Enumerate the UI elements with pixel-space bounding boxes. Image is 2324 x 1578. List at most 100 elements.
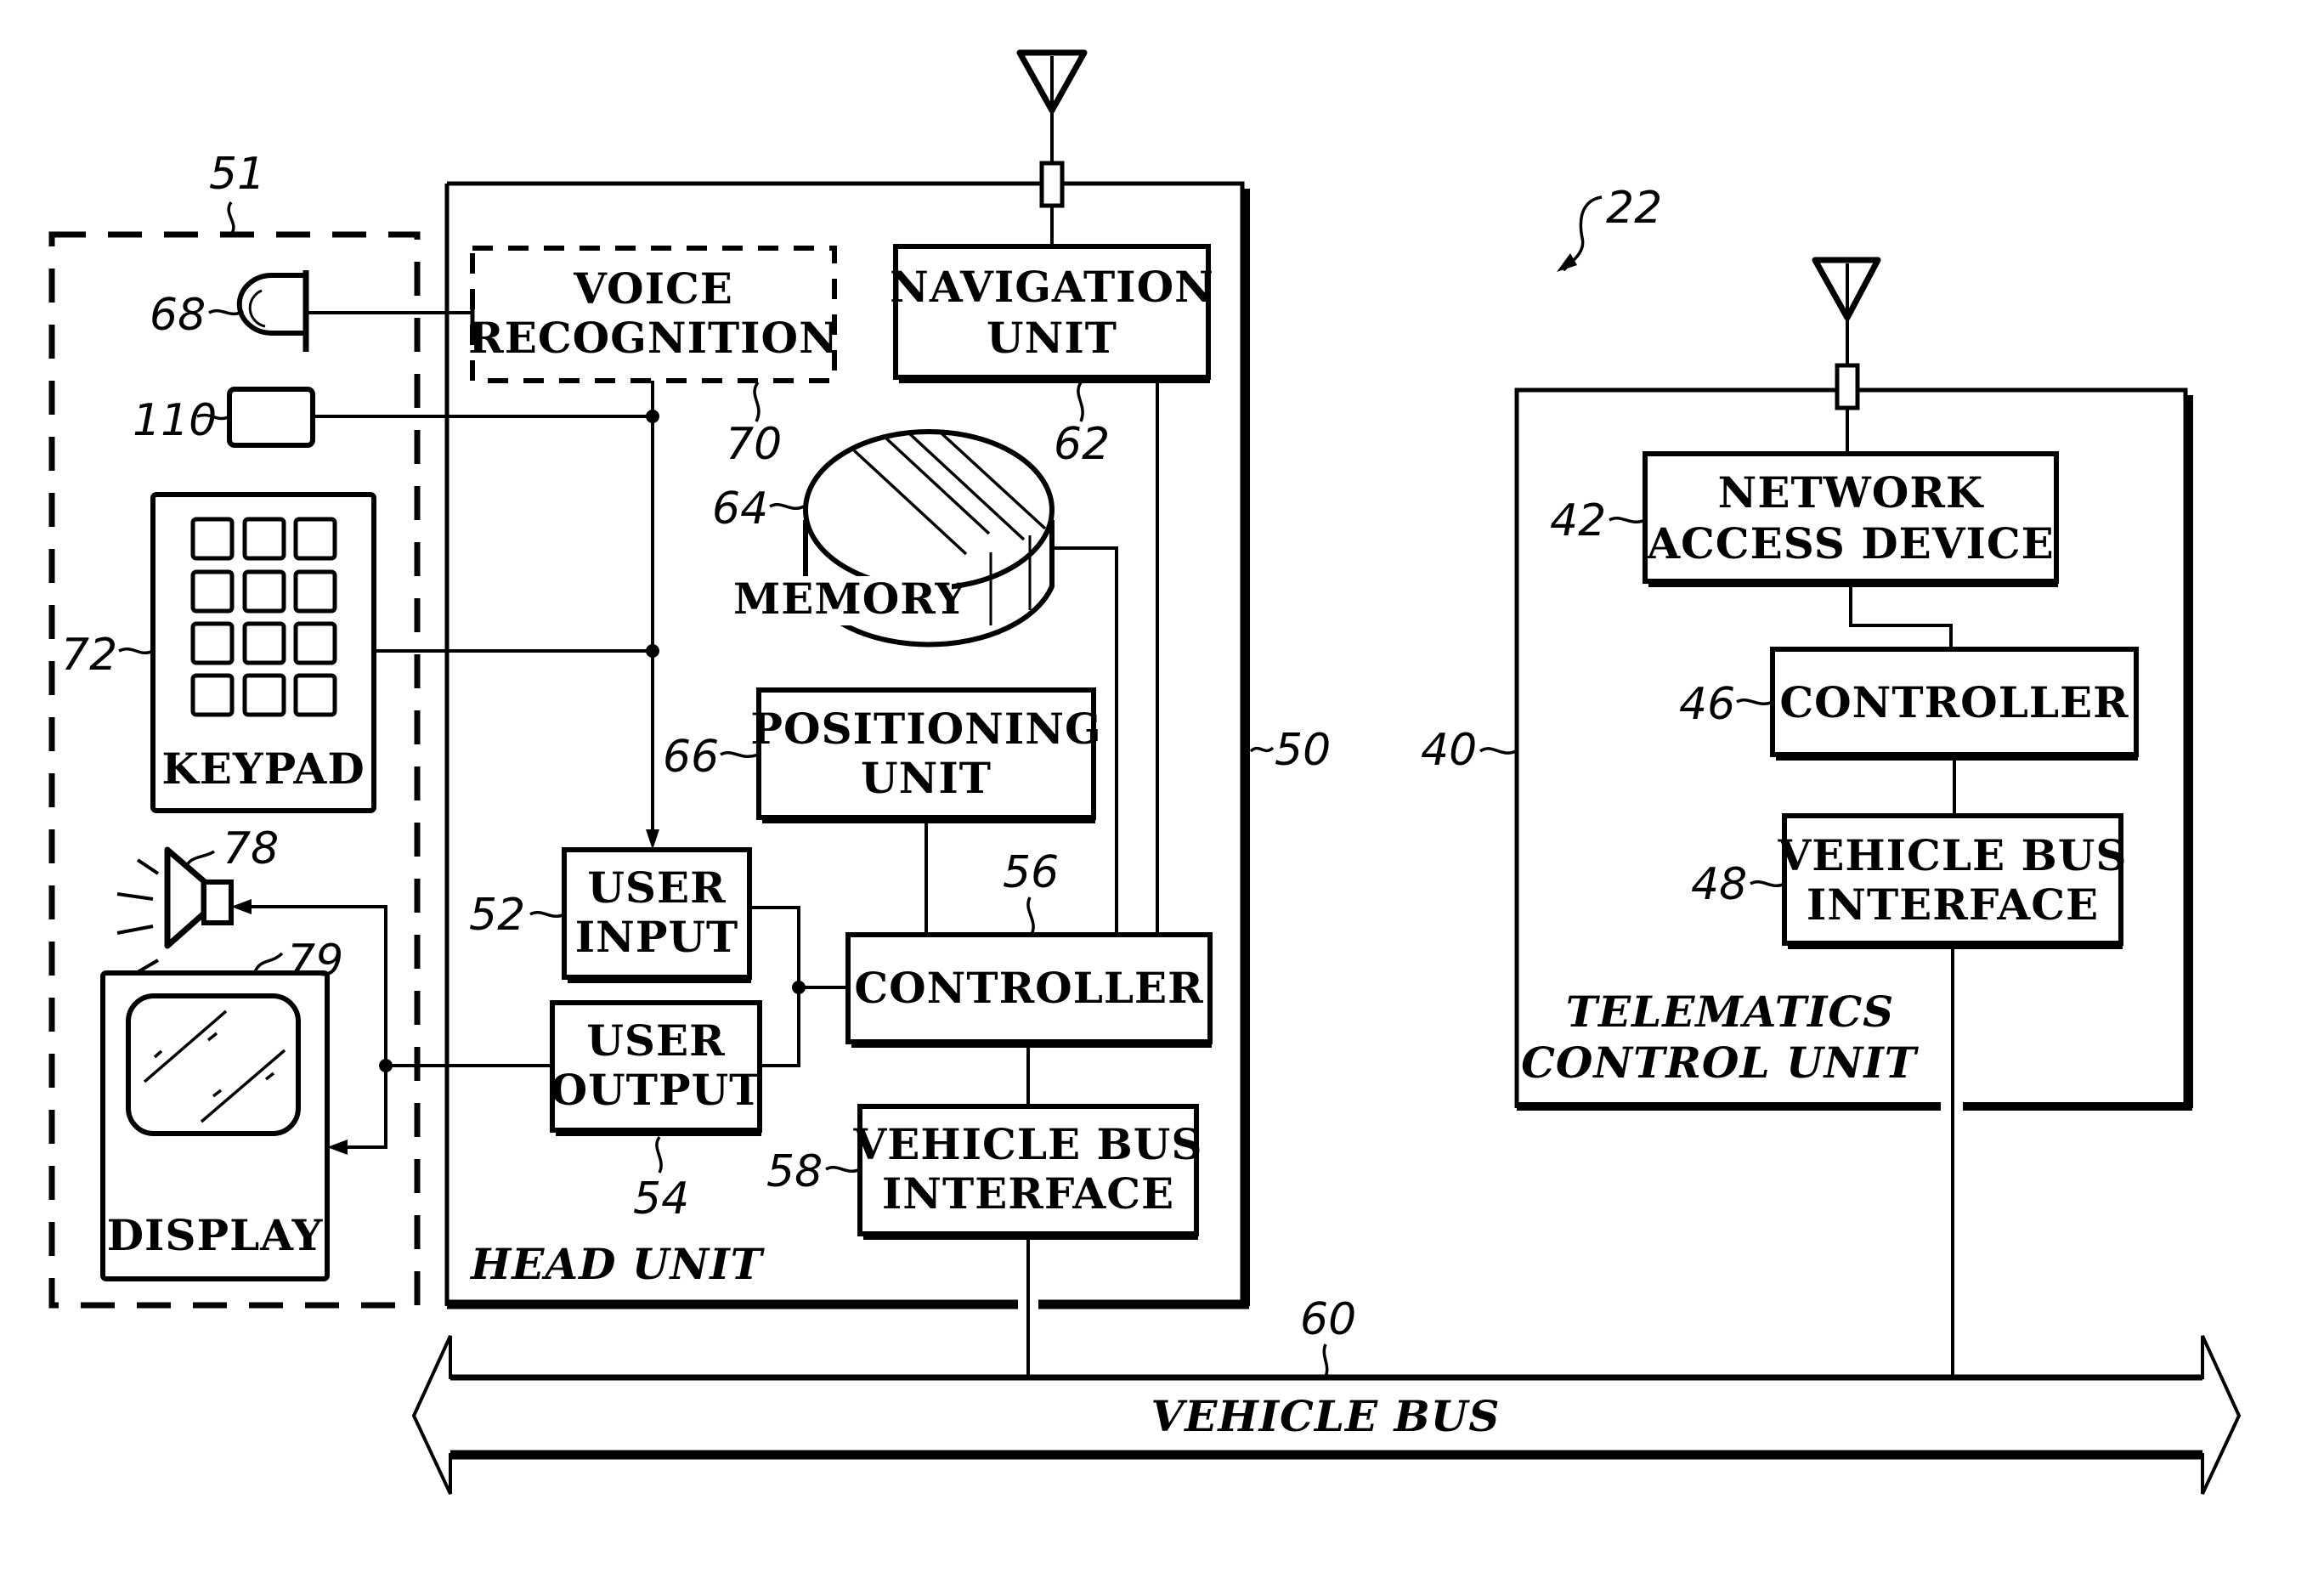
memory-cylinder-top-icon xyxy=(803,429,1055,591)
ref-79: 79 xyxy=(287,936,343,987)
ref-54-leader xyxy=(655,1135,663,1174)
system-reference: 22 xyxy=(1557,183,1662,272)
ref-54: 54 xyxy=(633,1174,689,1225)
junction-dot xyxy=(792,981,806,994)
ref-62-leader xyxy=(1077,382,1084,422)
ref-68: 68 xyxy=(150,290,206,341)
sound-wave-line xyxy=(116,892,154,901)
arrow-into-user-input-icon xyxy=(646,829,659,850)
sound-wave-line xyxy=(136,858,160,875)
ref-22: 22 xyxy=(1606,183,1662,234)
user-input-line1: USER xyxy=(587,863,726,913)
user-output-block[interactable]: USER OUTPUT 54 xyxy=(550,1000,762,1225)
sound-wave-line xyxy=(116,925,154,935)
ref-48: 48 xyxy=(1691,859,1747,910)
ref-60: 60 xyxy=(1300,1294,1356,1345)
tcu-title-line1: TELEMATICS xyxy=(1566,987,1895,1037)
ref-64-leader xyxy=(769,503,805,510)
tcu-antenna xyxy=(1812,257,1881,454)
positioning-unit-line2: UNIT xyxy=(861,753,992,803)
ref-78: 78 xyxy=(223,823,279,874)
memory-label: MEMORY xyxy=(733,574,966,624)
junction-dot xyxy=(646,644,659,658)
keypad-key xyxy=(242,673,286,717)
ref-51: 51 xyxy=(209,149,265,200)
tcu-controller-block[interactable]: CONTROLLER 46 xyxy=(1679,647,2139,761)
ref-64: 64 xyxy=(712,484,768,534)
voice-recognition-line2: RECOGNITION xyxy=(468,313,839,363)
keypad[interactable]: KEYPAD 72 xyxy=(61,492,376,813)
tcu-vbi-line1: VEHICLE BUS xyxy=(1778,830,2128,880)
ref-51-leader xyxy=(227,201,235,236)
ref-22-arrowhead-icon xyxy=(1557,253,1577,272)
head-unit-vbi-line2: INTERFACE xyxy=(882,1168,1174,1219)
positioning-unit-block[interactable]: POSITIONING UNIT 66 xyxy=(663,687,1102,823)
ref-66: 66 xyxy=(663,732,719,783)
ref-48-leader xyxy=(1750,880,1785,887)
keypad-key xyxy=(190,621,235,665)
user-output-line2: OUTPUT xyxy=(551,1065,762,1115)
sound-wave-line xyxy=(136,959,160,974)
keypad-key xyxy=(190,517,235,561)
keypad-key xyxy=(190,569,235,614)
head-unit-controller-label: CONTROLLER xyxy=(854,963,1203,1013)
microphone[interactable]: 68 xyxy=(150,270,309,352)
head-unit-title: HEAD UNIT xyxy=(469,1239,766,1289)
ref-52: 52 xyxy=(469,890,525,941)
network-access-device-block[interactable]: NETWORK ACCESS DEVICE 42 xyxy=(1550,451,2059,587)
user-output-line1: USER xyxy=(586,1015,725,1066)
head-unit-antenna xyxy=(1016,49,1088,246)
user-interface-group: 51 68 110 KEYPAD 72 78 DISPLAY 79 xyxy=(48,149,421,1309)
positioning-unit-line1: POSITIONING xyxy=(750,704,1101,754)
navigation-unit-line2: UNIT xyxy=(987,313,1117,363)
ref-72: 72 xyxy=(61,630,117,681)
display[interactable]: DISPLAY 79 xyxy=(100,936,343,1281)
head-unit-vbi-line1: VEHICLE BUS xyxy=(853,1119,1203,1169)
keypad-key xyxy=(293,569,337,614)
antenna-connector xyxy=(1835,363,1860,410)
ref-42-leader xyxy=(1609,517,1646,523)
keypad-key xyxy=(190,673,235,717)
tcu-vbi-line2: INTERFACE xyxy=(1807,879,2099,930)
antenna-connector xyxy=(1039,161,1065,208)
junction-dot xyxy=(646,410,659,423)
push-button-icon xyxy=(227,387,315,448)
ref-70: 70 xyxy=(726,419,782,470)
ref-110: 110 xyxy=(133,395,217,446)
keypad-label: KEYPAD xyxy=(161,744,365,794)
speaker-icon xyxy=(164,846,207,949)
ref-52-leader xyxy=(529,911,565,918)
ref-46: 46 xyxy=(1679,679,1735,730)
ref-56: 56 xyxy=(1003,847,1059,898)
ref-56-leader xyxy=(1026,896,1035,936)
head-unit-vehicle-bus-interface-block[interactable]: VEHICLE BUS INTERFACE 58 xyxy=(766,1104,1203,1240)
button-110[interactable]: 110 xyxy=(133,387,315,448)
tcu-vehicle-bus-interface-block[interactable]: VEHICLE BUS INTERFACE 48 xyxy=(1691,813,2128,949)
user-input-line2: INPUT xyxy=(575,912,739,962)
speaker[interactable]: 78 xyxy=(116,823,279,974)
speaker-magnet xyxy=(201,879,234,925)
keypad-key xyxy=(242,569,286,614)
user-input-block[interactable]: USER INPUT 52 xyxy=(469,847,752,983)
tcu-controller-label: CONTROLLER xyxy=(1779,677,2129,727)
ref-58: 58 xyxy=(766,1146,823,1197)
vehicle-bus: VEHICLE BUS 60 xyxy=(411,1294,2242,1495)
ref-60-leader xyxy=(1322,1343,1329,1377)
ref-70-leader xyxy=(753,381,761,422)
keypad-key xyxy=(293,673,337,717)
ref-40-leader xyxy=(1479,747,1517,755)
voice-recognition-line1: VOICE xyxy=(573,263,733,314)
ref-72-leader xyxy=(118,648,154,654)
arrow-into-display-icon xyxy=(327,1140,348,1155)
ref-62: 62 xyxy=(1054,419,1110,470)
arrow-into-speaker-icon xyxy=(231,899,252,914)
tcu-title-line2: CONTROL UNIT xyxy=(1521,1038,1920,1088)
keypad-key xyxy=(293,517,337,561)
navigation-unit-line1: NAVIGATION xyxy=(890,262,1214,312)
ref-50: 50 xyxy=(1275,725,1331,776)
keypad-key xyxy=(293,621,337,665)
display-label: DISPLAY xyxy=(107,1210,324,1260)
head-unit: HEAD UNIT 50 VOICE RECOGNITION 70 NAVIGA… xyxy=(231,49,1331,1377)
wire-nad-to-controller xyxy=(1849,584,1953,649)
telematics-control-unit: TELEMATICS CONTROL UNIT 40 NETWORK ACCES… xyxy=(1421,257,2193,1377)
